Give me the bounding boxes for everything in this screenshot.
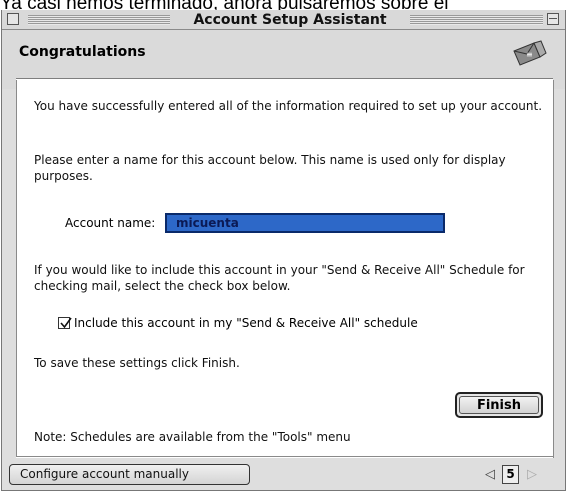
page-number: 5 <box>502 465 519 484</box>
finish-button[interactable]: Finish <box>455 392 543 418</box>
schedules-note: Note: Schedules are available from the "… <box>34 430 351 444</box>
mail-assistant-icon: ≡ <box>513 40 547 66</box>
window-title: Account Setup Assistant <box>176 11 404 29</box>
footer-divider <box>16 456 553 458</box>
include-schedule-row[interactable]: Include this account in my "Send & Recei… <box>58 316 418 330</box>
left-arrow-icon[interactable]: ◁ <box>482 464 498 485</box>
content-panel: You have successfully entered all of the… <box>16 80 554 458</box>
account-name-label: Account name: <box>65 216 156 230</box>
step-title: Congratulations <box>19 44 146 60</box>
collapse-box[interactable] <box>547 13 559 25</box>
finish-button-label: Finish <box>459 396 539 414</box>
configure-manually-button[interactable]: Configure account manually <box>9 464 250 485</box>
titlebar-stripes-left <box>28 15 170 25</box>
titlebar-stripes-right <box>410 15 543 25</box>
schedule-prompt-text: If you would like to include this accoun… <box>34 263 525 293</box>
checkmark-icon <box>60 317 72 329</box>
svg-text:≡: ≡ <box>526 50 533 59</box>
page-navigator: ◁ 5 ▷ <box>478 464 554 485</box>
intro-text: You have successfully entered all of the… <box>34 99 543 113</box>
setup-assistant-window: Account Setup Assistant Congratulations … <box>1 10 566 491</box>
account-name-field[interactable]: micuenta <box>165 213 445 233</box>
include-schedule-checkbox[interactable] <box>58 317 72 329</box>
name-prompt-text: Please enter a name for this account bel… <box>34 153 506 183</box>
window-titlebar[interactable]: Account Setup Assistant <box>2 10 565 30</box>
right-arrow-icon[interactable]: ▷ <box>524 464 540 485</box>
close-box[interactable] <box>7 13 19 25</box>
include-schedule-label: Include this account in my "Send & Recei… <box>74 316 418 330</box>
save-prompt-text: To save these settings click Finish. <box>34 356 240 370</box>
